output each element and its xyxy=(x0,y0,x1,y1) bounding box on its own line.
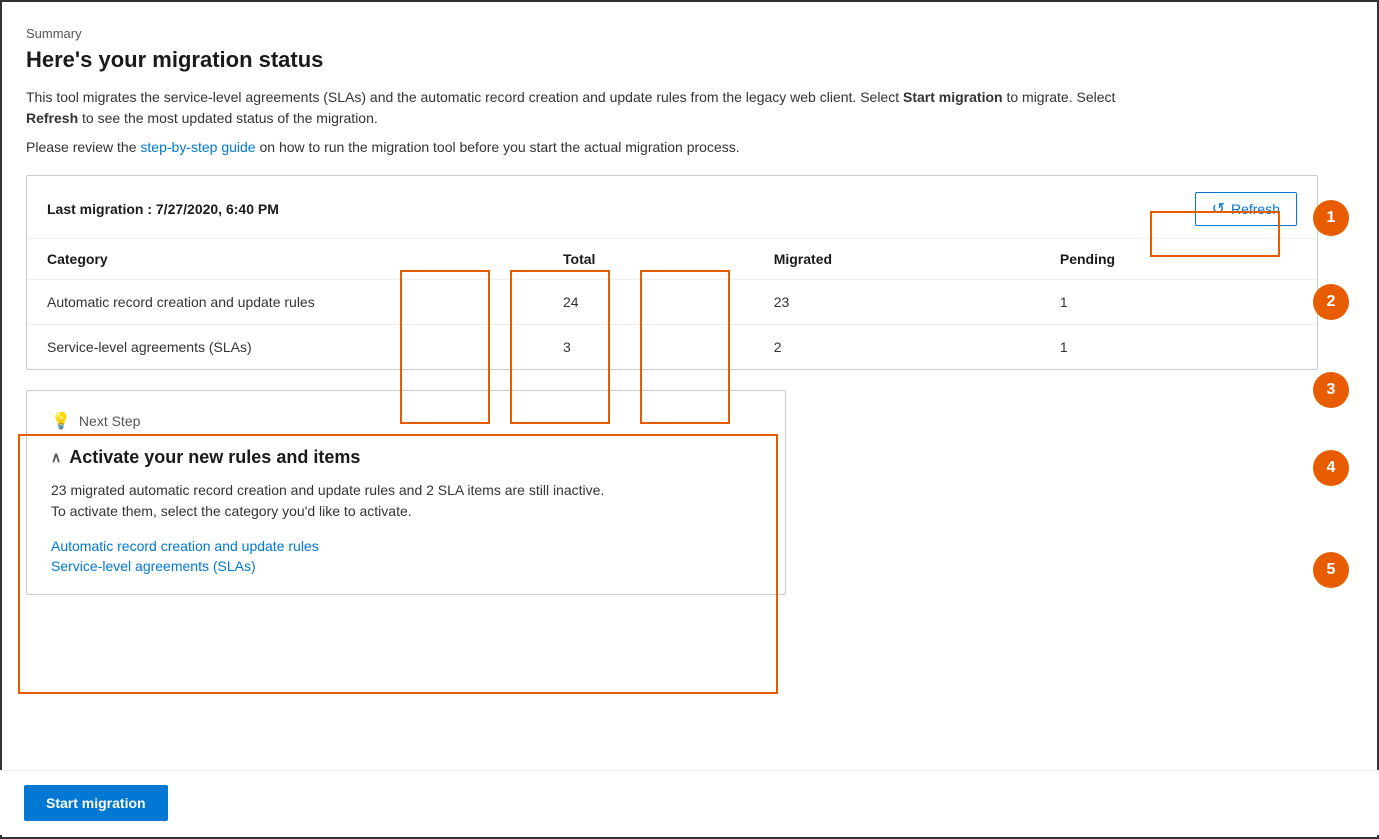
status-card-header: Last migration : 7/27/2020, 6:40 PM ↺ Re… xyxy=(27,176,1317,239)
row2-total: 3 xyxy=(543,325,754,370)
annotation-circle-1: 1 xyxy=(1313,200,1349,236)
next-step-card: 💡 Next Step ∧ Activate your new rules an… xyxy=(26,390,786,595)
col-header-pending: Pending xyxy=(1040,239,1317,280)
refresh-button[interactable]: ↺ Refresh xyxy=(1195,192,1297,226)
step-by-step-guide-link[interactable]: step-by-step guide xyxy=(140,139,255,155)
refresh-button-label: Refresh xyxy=(1231,201,1280,217)
migration-table: Category Total Migrated Pending Automati… xyxy=(27,239,1317,369)
annotation-circle-4: 4 xyxy=(1313,450,1349,486)
next-step-description: 23 migrated automatic record creation an… xyxy=(51,480,761,522)
next-step-section-title: Activate your new rules and items xyxy=(69,447,360,468)
lightbulb-icon: 💡 xyxy=(51,411,71,431)
next-step-links: Automatic record creation and update rul… xyxy=(51,538,761,574)
summary-label: Summary xyxy=(26,26,1318,41)
annotation-circle-5: 5 xyxy=(1313,552,1349,588)
page-title: Here's your migration status xyxy=(26,47,1318,73)
sla-link[interactable]: Service-level agreements (SLAs) xyxy=(51,558,761,574)
annotation-circle-2: 2 xyxy=(1313,284,1349,320)
table-row: Automatic record creation and update rul… xyxy=(27,280,1317,325)
refresh-icon: ↺ xyxy=(1212,199,1225,219)
description-text: This tool migrates the service-level agr… xyxy=(26,87,1126,129)
col-header-total: Total xyxy=(543,239,754,280)
col-header-migrated: Migrated xyxy=(754,239,1040,280)
row1-category: Automatic record creation and update rul… xyxy=(27,280,543,325)
next-step-header: 💡 Next Step xyxy=(51,411,761,431)
table-row: Service-level agreements (SLAs) 3 2 1 xyxy=(27,325,1317,370)
row1-total: 24 xyxy=(543,280,754,325)
guide-text: Please review the step-by-step guide on … xyxy=(26,139,1318,155)
row1-migrated: 23 xyxy=(754,280,1040,325)
chevron-up-icon: ∧ xyxy=(51,449,61,466)
bottom-bar: Start migration xyxy=(2,770,1379,835)
next-step-label: Next Step xyxy=(79,413,140,429)
annotation-circle-3: 3 xyxy=(1313,372,1349,408)
status-card: Last migration : 7/27/2020, 6:40 PM ↺ Re… xyxy=(26,175,1318,370)
auto-record-link[interactable]: Automatic record creation and update rul… xyxy=(51,538,761,554)
row2-migrated: 2 xyxy=(754,325,1040,370)
start-migration-button[interactable]: Start migration xyxy=(24,785,168,821)
next-step-title: ∧ Activate your new rules and items xyxy=(51,447,761,468)
last-migration-label: Last migration : 7/27/2020, 6:40 PM xyxy=(47,201,279,217)
col-header-category: Category xyxy=(27,239,543,280)
row2-category: Service-level agreements (SLAs) xyxy=(27,325,543,370)
row1-pending: 1 xyxy=(1040,280,1317,325)
row2-pending: 1 xyxy=(1040,325,1317,370)
